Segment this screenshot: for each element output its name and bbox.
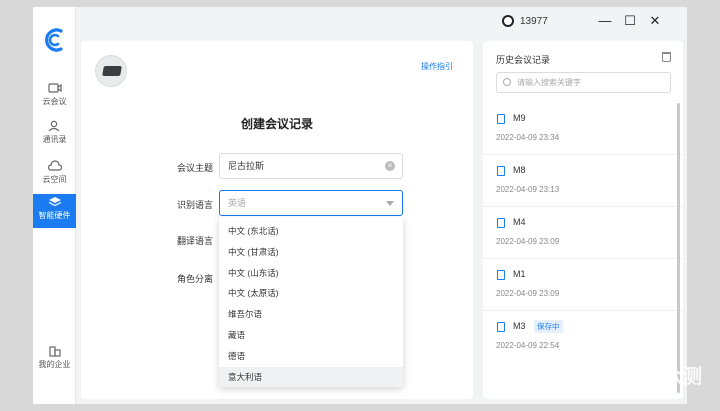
- topic-value: 尼古拉斯: [228, 161, 265, 171]
- dropdown-option[interactable]: 意大利语: [219, 366, 403, 387]
- recog-lang-label: 识别语言: [176, 200, 213, 210]
- cloud-icon: [47, 160, 62, 171]
- dropdown-option[interactable]: 中文 (甘肃话): [219, 242, 403, 263]
- create-record-panel: 操作指引 创建会议记录 会议主题 尼古拉斯 × 识别语言 英语 翻译语言 角色分…: [81, 41, 473, 399]
- app-window: 云会议 通讯录 云空间 智能硬件 我的企业 13977 — ☐ ✕ 操作指引 创…: [33, 7, 687, 404]
- sidebar-item-enterprise[interactable]: 我的企业: [33, 343, 76, 377]
- sidebar-item-label: 云会议: [42, 97, 67, 106]
- topic-input[interactable]: 尼古拉斯 ×: [219, 153, 403, 179]
- trans-lang-label: 翻译语言: [176, 236, 213, 246]
- trash-icon[interactable]: [662, 52, 671, 62]
- record-name: M9: [513, 113, 526, 123]
- dropdown-option[interactable]: 中文 (太原话): [219, 283, 403, 304]
- history-record[interactable]: M4 2022-04-09 23:09: [483, 207, 683, 259]
- user-info[interactable]: 13977: [502, 15, 548, 27]
- building-icon: [48, 346, 61, 357]
- status-badge: 保存中: [534, 320, 563, 333]
- record-name: M8: [513, 165, 526, 175]
- topic-label: 会议主题: [176, 163, 213, 173]
- document-icon: [497, 166, 505, 176]
- avatar: [502, 15, 514, 27]
- history-record[interactable]: M3 保存中 2022-04-09 22:54: [483, 311, 683, 363]
- dropdown-option[interactable]: 德语: [219, 346, 403, 367]
- document-icon: [497, 270, 505, 280]
- sidebar-item-label: 我的企业: [38, 360, 71, 369]
- scrollbar[interactable]: [677, 103, 680, 393]
- search-placeholder: 请输入搜索关键字: [517, 78, 581, 87]
- history-record[interactable]: M9 2022-04-09 23:34: [483, 103, 683, 155]
- sidebar-item-label: 通讯录: [42, 135, 67, 144]
- record-name: M3: [513, 321, 526, 331]
- dropdown-option[interactable]: 藏语: [219, 325, 403, 346]
- history-panel: 历史会议记录 请输入搜索关键字 M9 2022-04-09 23:34 M8 2…: [483, 41, 683, 399]
- dropdown-option[interactable]: 维吾尔语: [219, 304, 403, 325]
- video-icon: [47, 83, 62, 93]
- chevron-down-icon: [386, 201, 394, 206]
- layers-icon: [48, 197, 61, 207]
- device-icon: [102, 66, 122, 76]
- history-record[interactable]: M8 2022-04-09 23:13: [483, 155, 683, 207]
- record-date: 2022-04-09 23:09: [496, 289, 560, 298]
- sidebar-item-label: 智能硬件: [38, 211, 71, 220]
- title-bar: 13977 — ☐ ✕: [76, 7, 687, 37]
- document-icon: [497, 218, 505, 228]
- clear-icon[interactable]: ×: [385, 161, 395, 171]
- sidebar-item-contacts[interactable]: 通讯录: [33, 118, 76, 152]
- page-title: 创建会议记录: [240, 117, 313, 131]
- dropdown-option[interactable]: 中文 (东北话): [219, 221, 403, 242]
- sidebar-item-label: 云空间: [42, 175, 67, 184]
- recog-lang-placeholder: 英语: [228, 198, 247, 208]
- search-icon: [503, 78, 511, 86]
- sidebar: 云会议 通讯录 云空间 智能硬件 我的企业: [33, 7, 76, 404]
- contacts-icon: [48, 120, 59, 132]
- record-date: 2022-04-09 23:13: [496, 185, 560, 194]
- role-sep-label: 角色分离: [176, 274, 213, 284]
- sidebar-item-cloud[interactable]: 云空间: [33, 158, 76, 192]
- history-title: 历史会议记录: [496, 55, 551, 65]
- record-date: 2022-04-09 22:54: [496, 341, 560, 350]
- search-input[interactable]: 请输入搜索关键字: [496, 72, 671, 93]
- record-date: 2022-04-09 23:34: [496, 133, 560, 142]
- record-name: M4: [513, 217, 526, 227]
- guide-link[interactable]: 操作指引: [421, 61, 453, 72]
- document-icon: [497, 322, 505, 332]
- record-date: 2022-04-09 23:09: [496, 237, 560, 246]
- sidebar-item-meeting[interactable]: 云会议: [33, 80, 76, 114]
- watermark: 新浪众测: [625, 366, 702, 388]
- maximize-button[interactable]: ☐: [623, 13, 637, 29]
- user-name: 13977: [520, 15, 548, 27]
- history-record[interactable]: M1 2022-04-09 23:09: [483, 259, 683, 311]
- device-avatar: [95, 55, 127, 87]
- sidebar-item-hardware[interactable]: 智能硬件: [33, 194, 76, 228]
- close-button[interactable]: ✕: [648, 13, 662, 29]
- recog-lang-select[interactable]: 英语: [219, 190, 403, 216]
- dropdown-option[interactable]: 中文 (山东话): [219, 263, 403, 284]
- language-dropdown: 中文 (东北话) 中文 (甘肃话) 中文 (山东话) 中文 (太原话) 维吾尔语…: [219, 217, 403, 387]
- minimize-button[interactable]: —: [598, 13, 612, 28]
- app-logo-icon: [45, 28, 63, 52]
- document-icon: [497, 114, 505, 124]
- record-name: M1: [513, 269, 526, 279]
